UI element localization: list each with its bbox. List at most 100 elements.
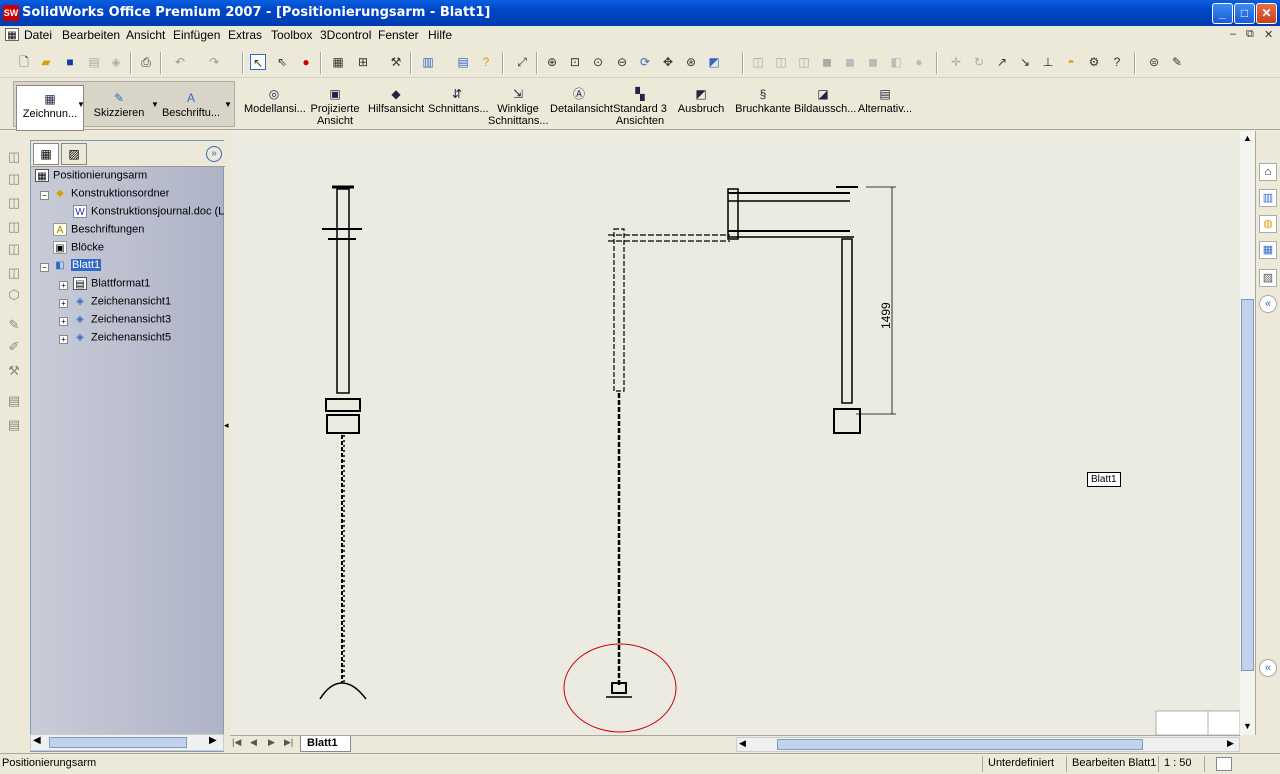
drawing-canvas[interactable]: 1499 Blatt1 xyxy=(230,131,1240,735)
sketch-tool-icon[interactable]: ⚒ xyxy=(6,363,22,379)
open-folder-icon[interactable]: ▰ xyxy=(38,54,54,70)
wireframe-icon[interactable]: ◫ xyxy=(750,54,766,70)
zoom-in-out-icon[interactable]: ⊙ xyxy=(590,54,606,70)
whats-this-icon[interactable]: ? xyxy=(1109,54,1125,70)
last-sheet-icon[interactable]: ▶| xyxy=(284,737,293,748)
shaded-icon[interactable]: ◼ xyxy=(842,54,858,70)
tab-zeichnung[interactable]: ▦ Zeichnun... xyxy=(16,85,84,131)
tree-item-zeichenansicht5[interactable]: ◈ Zeichenansicht5 xyxy=(73,331,171,344)
section-view-toggle-icon[interactable]: ◧ xyxy=(888,54,904,70)
traffic-light-icon[interactable]: ● xyxy=(298,54,314,70)
vertical-scrollbar[interactable]: ▲ ▼ xyxy=(1240,131,1255,735)
scroll-right-icon[interactable]: ▶ xyxy=(209,735,217,746)
menu-hilfe[interactable]: Hilfe xyxy=(428,28,452,42)
first-sheet-icon[interactable]: |◀ xyxy=(232,737,241,748)
tab-skizzieren[interactable]: ✎ Skizzieren xyxy=(89,85,149,131)
close-button[interactable]: ✕ xyxy=(1256,3,1277,24)
tree-item-konstruktionsordner[interactable]: ◆ Konstruktionsordner xyxy=(53,187,169,200)
doc-close-button[interactable]: ✕ xyxy=(1264,28,1273,41)
scroll-left-icon[interactable]: ◀ xyxy=(739,738,746,749)
collapse-icon[interactable]: − xyxy=(40,263,49,272)
properties-icon[interactable]: ▤ xyxy=(455,54,471,70)
cmd-hilfsansicht[interactable]: ◆ Hilfsansicht xyxy=(368,81,424,127)
tree-item-blatt1[interactable]: ◧ Blatt1 xyxy=(53,259,102,272)
panel-splitter-icon[interactable]: ◂ xyxy=(224,420,229,431)
tree-item-zeichenansicht1[interactable]: ◈ Zeichenansicht1 xyxy=(73,295,171,308)
tree-item-blattformat1[interactable]: ▤ Blattformat1 xyxy=(73,277,150,290)
snap-icon[interactable]: ⊞ xyxy=(355,54,371,70)
expand-icon[interactable]: + xyxy=(59,281,68,290)
make-assembly-icon[interactable]: ◈ xyxy=(108,54,124,70)
box-view-icon[interactable]: ◫ xyxy=(6,265,22,281)
box-view-icon[interactable]: ◫ xyxy=(6,171,22,187)
box-view-icon[interactable]: ⬡ xyxy=(6,287,22,303)
realview-icon[interactable]: ● xyxy=(911,54,927,70)
cmd-detailansicht[interactable]: Ⓐ Detailansicht xyxy=(550,81,613,127)
resources-icon[interactable]: ▥ xyxy=(1259,189,1277,207)
horizontal-scrollbar[interactable]: ◀ ▶ xyxy=(736,737,1240,752)
chevron-down-icon[interactable]: ▼ xyxy=(77,100,85,109)
menu-3dcontrol[interactable]: 3Dcontrol xyxy=(320,28,371,42)
file-explorer-icon[interactable]: ▦ xyxy=(1259,241,1277,259)
tree-item-konstruktionsjournal[interactable]: W Konstruktionsjournal.doc (L xyxy=(73,205,224,218)
sketch-tool-icon[interactable]: ✎ xyxy=(6,317,22,333)
doc-minimize-button[interactable]: ‒ xyxy=(1230,28,1236,40)
window-layout-icon[interactable]: ▥ xyxy=(420,54,436,70)
save-icon[interactable]: ■ xyxy=(62,54,78,70)
select-arrow-icon[interactable]: ↖ xyxy=(250,54,266,70)
undo-icon[interactable]: ↶ xyxy=(172,54,188,70)
cmd-ausbruch[interactable]: ◩ Ausbruch xyxy=(676,81,726,127)
view-palette-icon[interactable]: ▨ xyxy=(1259,269,1277,287)
tab-beschriftung[interactable]: A Beschriftu... xyxy=(160,85,222,131)
quick-tips-icon[interactable] xyxy=(1216,757,1232,771)
shaded-edges-icon[interactable]: ◼ xyxy=(819,54,835,70)
rotate-icon[interactable]: ⟳ xyxy=(637,54,653,70)
menu-toolbox[interactable]: Toolbox xyxy=(271,28,312,42)
scroll-thumb[interactable] xyxy=(777,739,1143,750)
feature-manager-scrollbar[interactable]: ◀ ▶ xyxy=(30,734,224,751)
collapse-icon[interactable]: − xyxy=(40,191,49,200)
chevron-down-icon[interactable]: ▼ xyxy=(151,100,159,109)
make-drawing-icon[interactable]: ▤ xyxy=(86,54,102,70)
hidden-lines-visible-icon[interactable]: ◫ xyxy=(773,54,789,70)
tree-item-zeichenansicht3[interactable]: ◈ Zeichenansicht3 xyxy=(73,313,171,326)
cmd-standard-3-ansichten[interactable]: ▚ Standard 3 Ansichten xyxy=(612,81,668,127)
menu-extras[interactable]: Extras xyxy=(228,28,262,42)
line-icon[interactable]: ↗ xyxy=(994,54,1010,70)
collapse-pane-icon[interactable]: « xyxy=(1259,295,1277,313)
maximize-button[interactable]: □ xyxy=(1234,3,1255,24)
next-sheet-icon[interactable]: ▶ xyxy=(268,737,275,748)
cmd-projizierte-ansicht[interactable]: ▣ Projizierte Ansicht xyxy=(306,81,364,127)
cmd-alternativ[interactable]: ▤ Alternativ... xyxy=(856,81,914,127)
cmd-bruchkante[interactable]: § Bruchkante xyxy=(734,81,792,127)
pan-icon[interactable]: ✥ xyxy=(660,54,676,70)
layer-icon[interactable]: ▤ xyxy=(6,393,22,409)
box-view-icon[interactable]: ◫ xyxy=(6,241,22,257)
feature-tree-tab-icon[interactable]: ▦ xyxy=(33,143,59,165)
box-view-icon[interactable]: ◫ xyxy=(6,149,22,165)
expand-icon[interactable]: + xyxy=(59,335,68,344)
menu-bearbeiten[interactable]: Bearbeiten xyxy=(62,28,120,42)
layer-icon[interactable]: ▤ xyxy=(6,417,22,433)
lights-icon[interactable]: ◓ xyxy=(1063,54,1079,70)
point-icon[interactable]: ✛ xyxy=(948,54,964,70)
cmd-winklige-schnittansicht[interactable]: ⇲ Winklige Schnittans... xyxy=(488,81,549,127)
help-icon[interactable]: ? xyxy=(478,54,494,70)
3dcontrol-icon[interactable]: ⊜ xyxy=(1146,54,1162,70)
previous-sheet-icon[interactable]: ◀ xyxy=(250,737,257,748)
print-icon[interactable]: ⎙ xyxy=(138,54,154,70)
arc-icon[interactable]: ↻ xyxy=(971,54,987,70)
zoom-area-icon[interactable]: ⊡ xyxy=(567,54,583,70)
standard-views-icon[interactable]: ◩ xyxy=(706,54,722,70)
sketch-tool-icon[interactable]: ✐ xyxy=(6,339,22,355)
box-view-icon[interactable]: ◫ xyxy=(6,219,22,235)
ground-icon[interactable]: ⊥ xyxy=(1040,54,1056,70)
tree-item-bloecke[interactable]: ▣ Blöcke xyxy=(53,241,104,254)
grid-icon[interactable]: ▦ xyxy=(330,54,346,70)
library-icon[interactable]: ◍ xyxy=(1259,215,1277,233)
solidworks-logo-icon[interactable]: SW xyxy=(3,5,19,21)
scroll-up-icon[interactable]: ▲ xyxy=(1243,133,1252,143)
view-orientation-icon[interactable]: ⊛ xyxy=(683,54,699,70)
cmd-modellansicht[interactable]: ◎ Modellansi... xyxy=(244,81,306,127)
scroll-thumb[interactable] xyxy=(49,737,187,748)
